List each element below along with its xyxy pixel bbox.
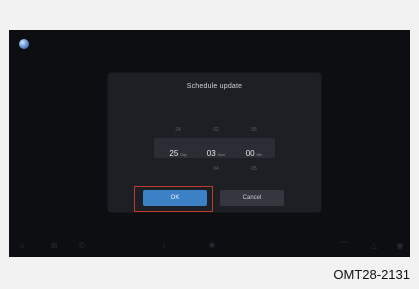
day-unit: Day — [180, 153, 187, 157]
figure-code-label: OMT28-2131 — [333, 267, 410, 282]
hour-unit: Hour — [217, 153, 226, 157]
profile-avatar-icon[interactable] — [19, 39, 29, 49]
minute-below[interactable]: 05 — [234, 166, 274, 172]
infotainment-screen: Schedule update 24 25 Day 02 03 Hour 04 55… — [9, 30, 410, 257]
home-icon[interactable]: ⌂ — [17, 241, 27, 251]
hour-picker[interactable]: 03 Hour — [196, 143, 236, 161]
day-above[interactable]: 24 — [158, 127, 198, 133]
figure-frame: Schedule update 24 25 Day 02 03 Hour 04 55… — [0, 0, 419, 289]
hour-selected: 03 — [206, 149, 216, 158]
cancel-button[interactable]: Cancel — [220, 190, 284, 206]
settings-icon[interactable]: △ — [369, 241, 379, 251]
apps-icon[interactable]: ⊞ — [49, 241, 59, 251]
fan-icon[interactable]: ✱ — [207, 241, 217, 251]
day-selected: 25 — [169, 149, 179, 158]
hour-below[interactable]: 04 — [196, 166, 236, 172]
day-picker[interactable]: 25 Day — [158, 143, 198, 161]
minute-above[interactable]: 55 — [234, 127, 274, 133]
volume-icon[interactable]: ◉ — [395, 241, 405, 251]
ok-button-highlight — [134, 186, 213, 212]
bottom-nav-bar: ⌂ ⊞ ✆ ♪ ✱ ⌒ △ ◉ — [9, 235, 410, 257]
phone-icon[interactable]: ✆ — [77, 241, 87, 251]
minute-selected: 00 — [245, 149, 255, 158]
minute-picker[interactable]: 00 Min — [234, 143, 274, 161]
hour-above[interactable]: 02 — [196, 127, 236, 133]
media-icon[interactable]: ♪ — [159, 241, 169, 251]
dialog-title: Schedule update — [186, 83, 243, 90]
seat-icon[interactable]: ⌒ — [339, 241, 349, 251]
minute-unit: Min — [256, 153, 263, 157]
